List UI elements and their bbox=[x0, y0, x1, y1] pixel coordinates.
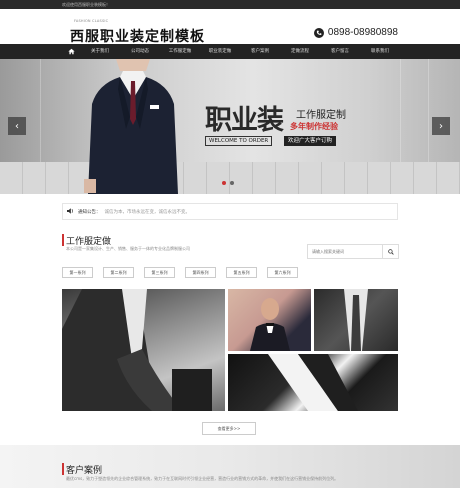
series-tab-1[interactable]: 第一系列 bbox=[62, 267, 93, 278]
banner-cta[interactable]: 欢迎广大客户订购 bbox=[284, 136, 337, 146]
view-more-button[interactable]: 查看更多>> bbox=[202, 422, 256, 435]
nav-item-messages[interactable]: 客户留言 bbox=[320, 44, 360, 59]
gallery-image-tie[interactable] bbox=[314, 289, 398, 351]
welcome-text: 欢迎使用西服职业装模板！ bbox=[62, 2, 110, 7]
banner-title: 工作服定制 bbox=[296, 110, 346, 121]
nav-item-cases[interactable]: 客户案例 bbox=[240, 44, 280, 59]
site-logo[interactable]: 西服职业装定制模板 bbox=[70, 26, 205, 46]
banner-dots bbox=[222, 181, 234, 185]
suit-model-image bbox=[84, 59, 178, 194]
nav-item-process[interactable]: 定做流程 bbox=[280, 44, 320, 59]
series-tab-6[interactable]: 第六系列 bbox=[267, 267, 298, 278]
banner-dot-1[interactable] bbox=[222, 181, 226, 185]
phone-number: 0898-08980898 bbox=[327, 27, 398, 38]
banner-dot-2[interactable] bbox=[230, 181, 234, 185]
gallery-image-collar[interactable] bbox=[228, 354, 398, 411]
nav-item-uniform[interactable]: 职业装定做 bbox=[200, 44, 240, 59]
nav-item-workwear[interactable]: 工作服定做 bbox=[160, 44, 200, 59]
banner-next-button[interactable]: › bbox=[432, 117, 450, 135]
search-icon bbox=[387, 248, 394, 255]
nav-item-about[interactable]: 关于我们 bbox=[80, 44, 120, 59]
banner-welcome: WELCOME TO ORDER bbox=[205, 136, 273, 146]
top-bar: 欢迎使用西服职业装模板！ bbox=[0, 0, 460, 9]
search-box bbox=[307, 244, 399, 259]
cases-accent-bar bbox=[62, 463, 64, 475]
banner-big-text: 职业装 bbox=[205, 105, 284, 136]
phone-contact: 0898-08980898 bbox=[313, 27, 398, 38]
banner-floor bbox=[0, 162, 460, 194]
series-tab-5[interactable]: 第五系列 bbox=[226, 267, 257, 278]
speaker-icon bbox=[67, 207, 74, 216]
search-button[interactable] bbox=[382, 245, 398, 258]
product-gallery bbox=[62, 289, 398, 411]
section-description: 本公司是一家集设计、生产、销售、服务于一体的专业化品牌制服公司 bbox=[66, 246, 190, 251]
cases-description: 最优cms，致力于塑造领先的企业综合管理系统，致力于在互联网时代引领企业经营，营… bbox=[66, 476, 339, 481]
banner-subtitle: 多年制作经验 bbox=[290, 122, 338, 131]
gallery-image-suit-jacket[interactable] bbox=[62, 289, 225, 411]
notice-bar: 通知公告： 诚信为本，市场永远在变，诚信永远不变。 bbox=[62, 203, 398, 220]
series-tabs: 第一系列 第二系列 第三系列 第四系列 第五系列 第六系列 bbox=[62, 267, 298, 278]
cases-title: 客户案例 bbox=[66, 466, 103, 476]
chevron-left-icon: ‹ bbox=[15, 120, 19, 132]
series-tab-4[interactable]: 第四系列 bbox=[185, 267, 216, 278]
series-tab-2[interactable]: 第二系列 bbox=[103, 267, 134, 278]
home-icon[interactable] bbox=[62, 48, 80, 55]
nav-item-news[interactable]: 公司动态 bbox=[120, 44, 160, 59]
gallery-image-groom[interactable] bbox=[228, 289, 311, 351]
logo-subtitle: FASHION CLASSIC bbox=[74, 19, 109, 23]
chevron-right-icon: › bbox=[439, 120, 443, 132]
nav-item-contact[interactable]: 联系我们 bbox=[360, 44, 400, 59]
series-tab-3[interactable]: 第三系列 bbox=[144, 267, 175, 278]
notice-label: 通知公告： bbox=[78, 209, 101, 215]
header: FASHION CLASSIC 西服职业装定制模板 0898-08980898 bbox=[0, 9, 460, 46]
main-nav: 关于我们 公司动态 工作服定做 职业装定做 客户案例 定做流程 客户留言 联系我… bbox=[0, 44, 460, 59]
section-accent-bar bbox=[62, 234, 64, 246]
banner-prev-button[interactable]: ‹ bbox=[8, 117, 26, 135]
phone-icon bbox=[313, 27, 324, 38]
cases-section: 客户案例 最优cms，致力于塑造领先的企业综合管理系统，致力于在互联网时代引领企… bbox=[0, 445, 460, 488]
notice-text[interactable]: 诚信为本，市场永远在变，诚信永远不变。 bbox=[105, 209, 191, 215]
search-input[interactable] bbox=[308, 245, 382, 258]
